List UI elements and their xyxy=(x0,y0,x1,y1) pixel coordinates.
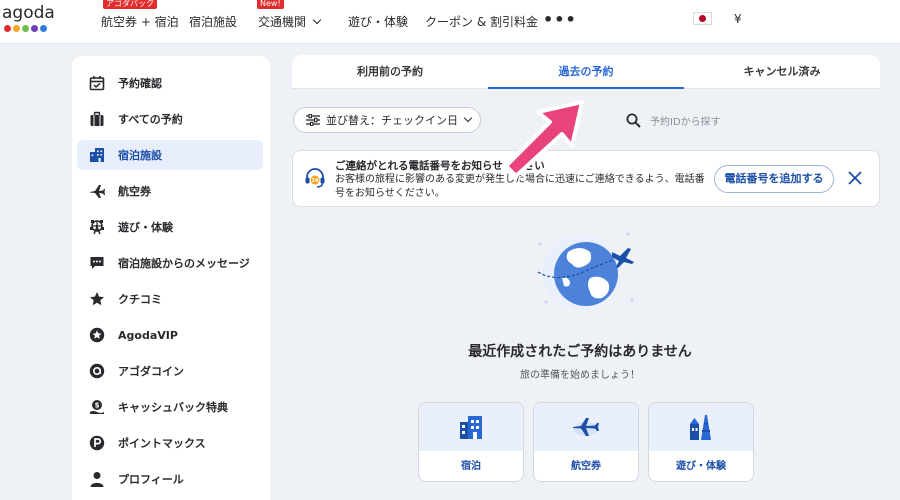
airplane-icon xyxy=(534,403,638,451)
sidebar-item-reviews[interactable]: クチコミ xyxy=(77,284,263,314)
coin-icon xyxy=(88,362,106,380)
svg-text:$: $ xyxy=(95,402,100,410)
sidebar-item-label: すべての予約 xyxy=(118,113,183,126)
search-icon xyxy=(626,113,641,128)
tab-cancelled[interactable]: キャンセル済み xyxy=(684,55,880,89)
ferris-wheel-icon xyxy=(88,218,106,236)
sidebar-item-label: ポイントマックス xyxy=(118,437,206,450)
nav-hotels[interactable]: 宿泊施設 xyxy=(189,13,237,30)
sidebar-item-agoda-coin[interactable]: アゴダコイン xyxy=(77,356,263,386)
sidebar-item-label: 宿泊施設からのメッセージ xyxy=(118,257,250,270)
booking-id-search[interactable]: 予約IDから探す xyxy=(626,110,826,130)
calendar-check-icon xyxy=(88,74,106,92)
sidebar-item-label: 予約確認 xyxy=(118,77,162,90)
nav-label: クーポン & 割引料金 xyxy=(425,15,538,29)
vip-star-icon xyxy=(88,326,106,344)
star-icon xyxy=(88,290,106,308)
sidebar-item-label: アゴダコイン xyxy=(118,365,184,378)
sidebar-item-label: キャッシュバック特典 xyxy=(118,401,228,414)
sidebar-item-pointsmax[interactable]: ポイントマックス xyxy=(77,428,263,458)
notice-title: ご連絡がとれる電話番号をお知らせください xyxy=(335,160,545,172)
sort-label: 並び替え：チェックイン日 xyxy=(326,114,458,127)
nav-transport[interactable]: New! 交通機関 xyxy=(257,0,322,30)
sliders-icon xyxy=(306,114,320,126)
sort-dropdown[interactable]: 並び替え：チェックイン日 xyxy=(293,107,481,133)
nav-label: 航空券 + 宿泊 xyxy=(101,15,179,29)
empty-state-title: 最近作成されたご予約はありません xyxy=(468,344,692,360)
suitcase-icon xyxy=(88,110,106,128)
sidebar-item-label: 遊び・体験 xyxy=(118,221,173,234)
landmarks-icon xyxy=(649,403,753,451)
nav-label: 遊び・体験 xyxy=(348,15,409,29)
sidebar-item-flights[interactable]: 航空券 xyxy=(77,176,263,206)
currency-selector[interactable]: ¥ xyxy=(734,12,742,26)
chevron-down-icon xyxy=(312,15,322,25)
profile-icon xyxy=(88,470,106,488)
cashback-icon: $ xyxy=(88,398,106,416)
search-placeholder: 予約IDから探す xyxy=(650,116,721,128)
sidebar-item-agoda-vip[interactable]: AgodaVIP xyxy=(77,320,263,350)
nav-badge-package: アゴダパック xyxy=(103,0,157,9)
nav-label: 交通機関 xyxy=(258,15,307,29)
sidebar-item-label: プロフィール xyxy=(118,473,184,486)
top-navigation: agoda アゴダパック 航空券 + 宿泊 宿泊施設 New! 交通機関 遊び・… xyxy=(0,0,900,44)
tab-upcoming[interactable]: 利用前の予約 xyxy=(292,55,488,89)
card-label: 航空券 xyxy=(571,461,601,472)
sidebar-item-messages[interactable]: 宿泊施設からのメッセージ xyxy=(77,248,263,278)
close-icon[interactable] xyxy=(846,169,864,187)
card-hotels[interactable]: 宿泊 xyxy=(418,402,524,482)
sidebar-item-label: 航空券 xyxy=(118,185,151,198)
nav-activities[interactable]: 遊び・体験 xyxy=(348,13,408,30)
sidebar-item-hotels[interactable]: 宿泊施設 xyxy=(77,140,263,170)
points-icon xyxy=(88,434,106,452)
agoda-logo[interactable]: agoda xyxy=(2,4,62,36)
account-sidebar: 予約確認 すべての予約 宿泊施設 航空券 遊び・体験 宿泊施設からのメッセージ xyxy=(72,56,270,500)
sidebar-item-label: 宿泊施設 xyxy=(118,149,162,162)
card-label: 遊び・体験 xyxy=(676,461,726,472)
empty-state-subtitle: 旅の準備を始めましょう！ xyxy=(520,370,640,381)
support-headset-icon: 24 xyxy=(303,166,327,190)
sidebar-item-cashback[interactable]: $ キャッシュバック特典 xyxy=(77,392,263,422)
card-activities[interactable]: 遊び・体験 xyxy=(648,402,754,482)
nav-flight-hotel[interactable]: アゴダパック 航空券 + 宿泊 xyxy=(101,0,179,30)
sidebar-item-all-bookings[interactable]: すべての予約 xyxy=(77,104,263,134)
sidebar-item-booking-check[interactable]: 予約確認 xyxy=(77,68,263,98)
card-flights[interactable]: 航空券 xyxy=(533,402,639,482)
booking-tabs: 利用前の予約 過去の予約 キャンセル済み xyxy=(292,55,880,89)
logo-dots xyxy=(4,25,62,32)
svg-text:24: 24 xyxy=(312,178,319,184)
globe-plane-illustration xyxy=(528,222,640,318)
sidebar-item-label: クチコミ xyxy=(118,293,162,306)
add-phone-button[interactable]: 電話番号を追加する xyxy=(714,165,834,193)
plane-icon xyxy=(88,182,106,200)
message-icon xyxy=(88,254,106,272)
notice-body: お客様の旅程に影響のある変更が発生した場合に迅速にご連絡できるよう、電話番号をお… xyxy=(335,174,705,199)
nav-label: 宿泊施設 xyxy=(189,15,238,29)
more-menu-icon[interactable]: ••• xyxy=(543,10,577,29)
nav-badge-new: New! xyxy=(257,0,284,9)
chevron-down-icon xyxy=(463,113,473,123)
japan-flag-icon[interactable] xyxy=(693,12,712,25)
phone-number-notice: 24 ご連絡がとれる電話番号をお知らせください お客様の旅程に影響のある変更が発… xyxy=(292,150,880,207)
nav-coupons[interactable]: クーポン & 割引料金 xyxy=(425,13,538,30)
hotel-icon xyxy=(419,403,523,451)
tab-past[interactable]: 過去の予約 xyxy=(488,55,684,89)
logo-text: agoda xyxy=(2,3,55,23)
sidebar-item-label: AgodaVIP xyxy=(118,328,178,342)
sidebar-item-profile[interactable]: プロフィール xyxy=(77,464,263,494)
building-icon xyxy=(88,146,106,164)
sidebar-item-activities[interactable]: 遊び・体験 xyxy=(77,212,263,242)
card-label: 宿泊 xyxy=(461,461,481,472)
